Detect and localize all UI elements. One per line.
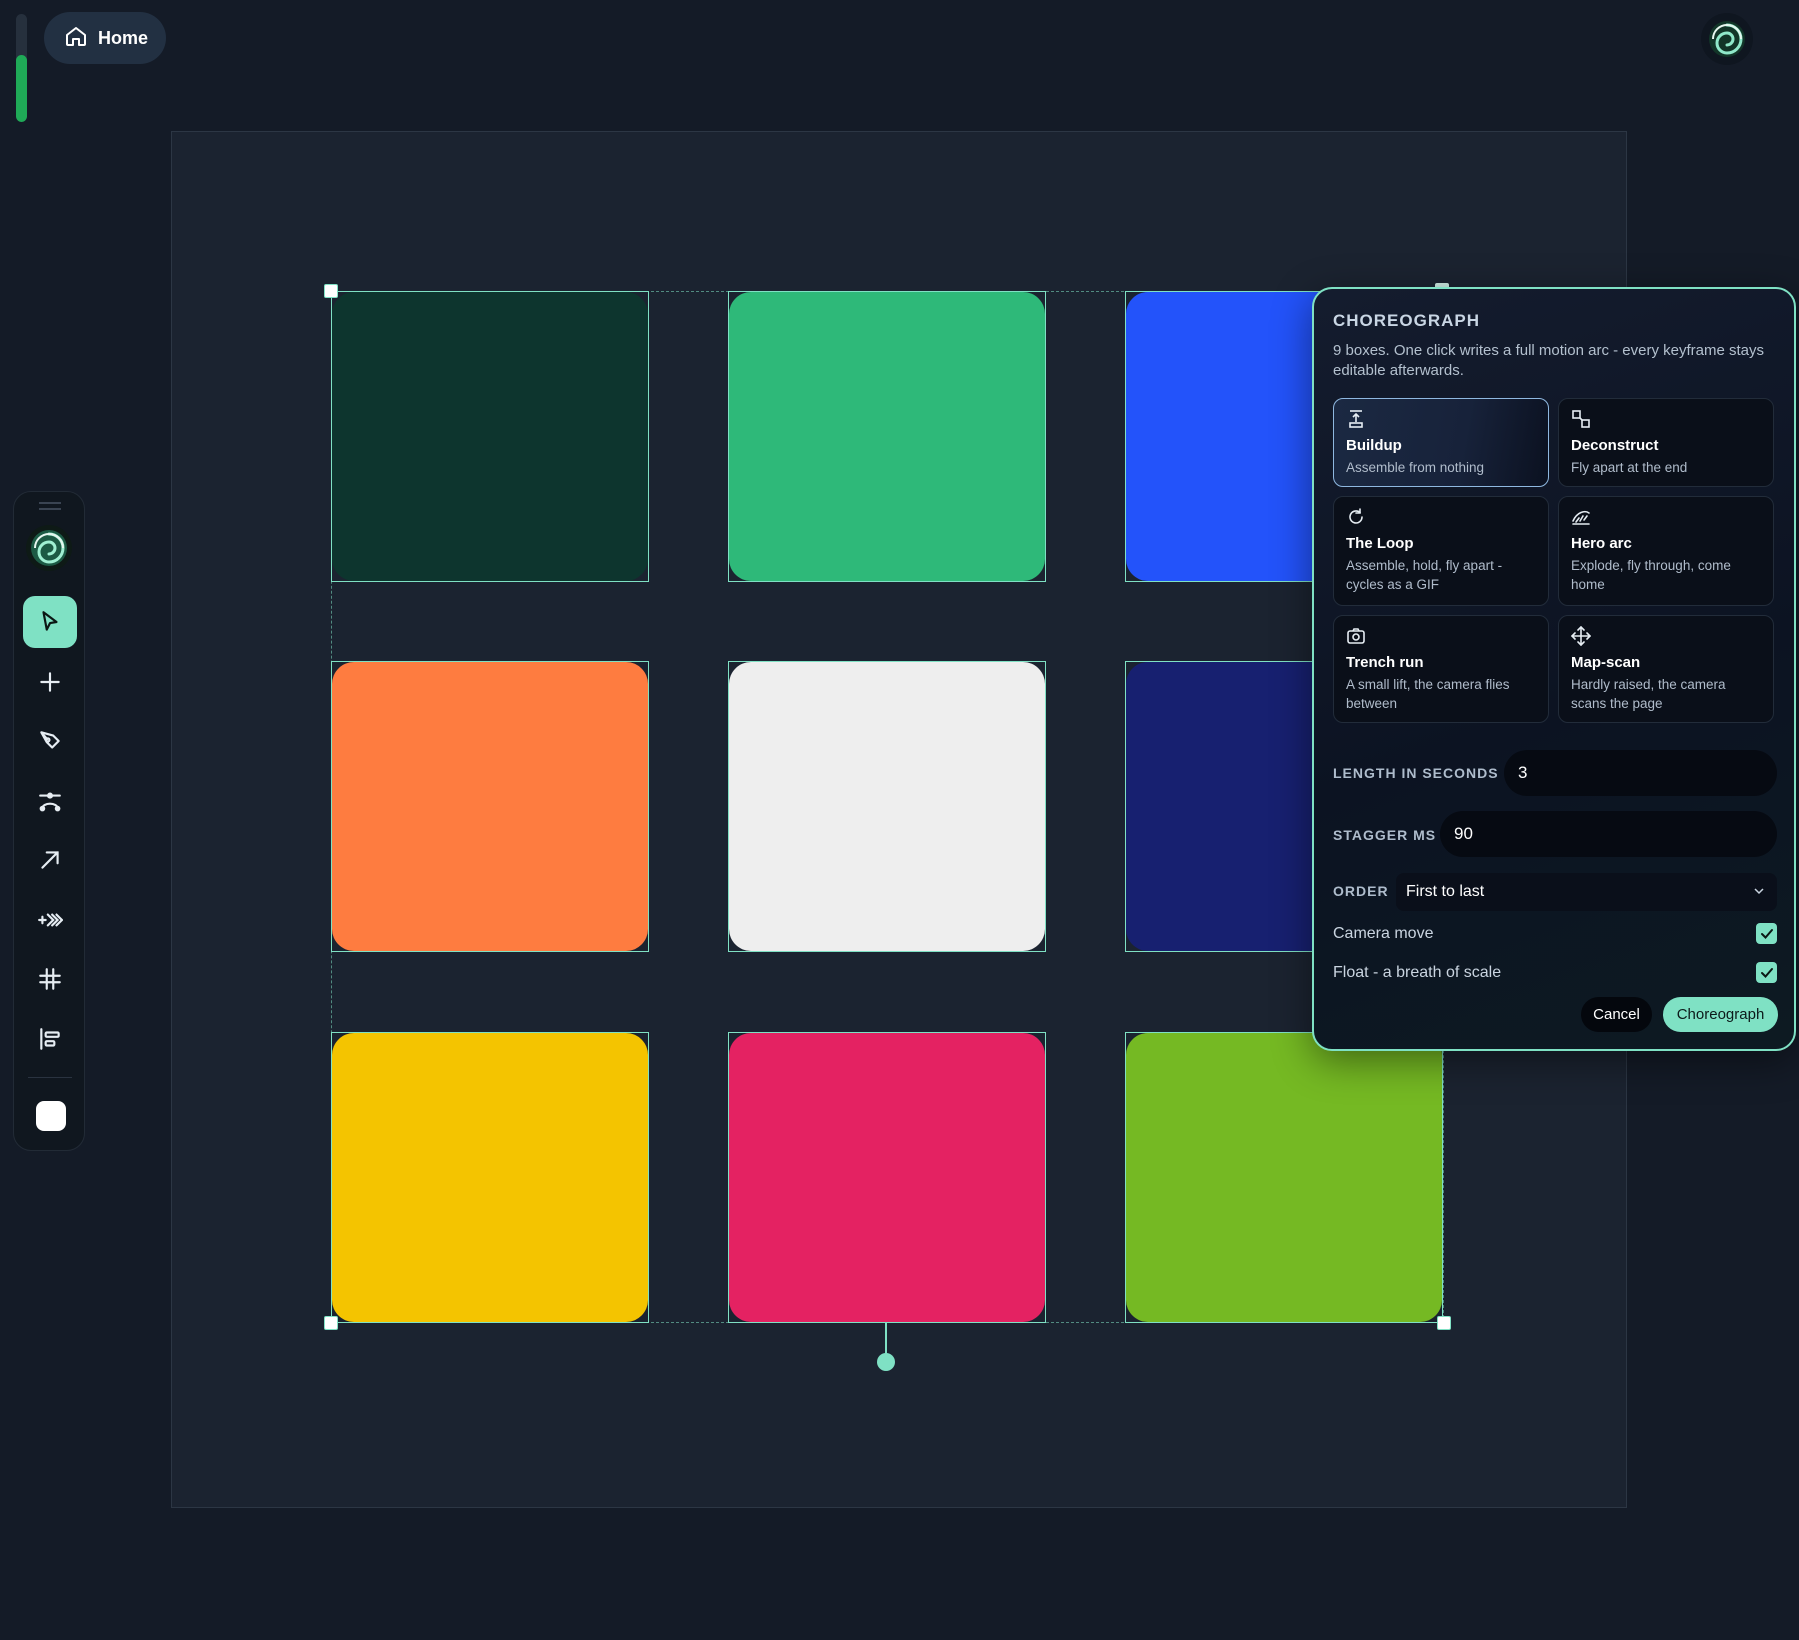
box-7[interactable] <box>332 1033 648 1322</box>
pointer-tool[interactable] <box>23 596 77 648</box>
preset-subtitle: Assemble, hold, fly apart - cycles as a … <box>1346 558 1503 592</box>
camera-move-checkbox[interactable] <box>1756 923 1777 944</box>
choreograph-button[interactable]: Choreograph <box>1663 997 1778 1032</box>
preset-subtitle: Hardly raised, the camera scans the page <box>1571 677 1726 711</box>
cancel-button[interactable]: Cancel <box>1581 997 1652 1032</box>
cursor-icon <box>42 611 58 631</box>
preset-title: Buildup <box>1346 437 1402 454</box>
preset-trench-run[interactable]: Trench run A small lift, the camera flie… <box>1333 615 1549 723</box>
preset-title: The Loop <box>1346 535 1414 552</box>
motion-tool[interactable] <box>23 894 77 946</box>
arrow-up-right-icon <box>41 851 59 869</box>
spiral-logo-icon <box>1709 21 1745 57</box>
progress-fill <box>16 55 27 122</box>
chevron-down-icon <box>1754 888 1764 895</box>
box-9[interactable] <box>1126 1033 1442 1322</box>
box-5[interactable] <box>729 662 1045 951</box>
box-4[interactable] <box>332 662 648 951</box>
bezier-curve-icon <box>39 792 61 812</box>
align-left-icon <box>40 1028 60 1050</box>
spiral-logo-icon <box>31 530 67 566</box>
order-select[interactable]: First to last <box>1396 873 1777 911</box>
resize-handle-bottom-left[interactable] <box>324 1316 338 1330</box>
add-tool[interactable] <box>23 656 77 708</box>
pen-icon <box>40 731 60 749</box>
preset-title: Map-scan <box>1571 654 1641 671</box>
hash-grid-icon <box>39 968 61 990</box>
box-2[interactable] <box>729 292 1045 581</box>
drag-grip-icon[interactable] <box>39 502 61 510</box>
check-icon <box>1760 967 1773 978</box>
bezier-tool[interactable] <box>23 775 77 827</box>
preset-subtitle: Fly apart at the end <box>1571 460 1688 475</box>
buildup-icon <box>1349 410 1363 428</box>
choreograph-panel: CHOREOGRAPH 9 boxes. One click writes a … <box>1312 287 1796 1051</box>
stagger-input[interactable]: 90 <box>1440 811 1777 857</box>
tool-palette <box>13 491 85 1151</box>
hero-arc-icon <box>1572 510 1590 525</box>
float-checkbox[interactable] <box>1756 962 1777 983</box>
resize-handle-top-left[interactable] <box>324 284 338 298</box>
preset-title: Deconstruct <box>1571 437 1659 454</box>
box-8[interactable] <box>729 1033 1045 1322</box>
plus-icon <box>40 672 60 692</box>
preset-map-scan[interactable]: Map-scan Hardly raised, the camera scans… <box>1558 615 1774 723</box>
grid-tool[interactable] <box>23 953 77 1005</box>
rotate-handle[interactable] <box>877 1353 895 1371</box>
camera-icon <box>1347 628 1365 644</box>
camera-move-label: Camera move <box>1333 925 1434 942</box>
rotate-stem <box>885 1322 887 1354</box>
preset-hero-arc[interactable]: Hero arc Explode, fly through, come home <box>1558 496 1774 606</box>
home-icon <box>64 24 88 53</box>
length-label: LENGTH IN SECONDS <box>1333 765 1499 781</box>
float-label: Float - a breath of scale <box>1333 964 1502 981</box>
preset-title: Hero arc <box>1571 535 1632 552</box>
home-label: Home <box>98 27 149 48</box>
panel-description: 9 boxes. One click writes a full motion … <box>1333 342 1764 379</box>
app-logo[interactable] <box>26 525 72 571</box>
toolbar-divider <box>28 1077 72 1078</box>
deconstruct-icon <box>1572 410 1590 428</box>
arrow-tool[interactable] <box>23 834 77 886</box>
camera-move-row: Camera move <box>1333 923 1777 944</box>
resize-handle-bottom-right[interactable] <box>1437 1316 1451 1330</box>
preset-subtitle: Explode, fly through, come home <box>1571 558 1731 592</box>
home-button[interactable]: Home <box>44 12 166 64</box>
order-label: ORDER <box>1333 883 1389 899</box>
loop-icon <box>1349 508 1363 524</box>
order-value: First to last <box>1406 883 1485 900</box>
pen-tool[interactable] <box>23 715 77 767</box>
stagger-label: STAGGER MS <box>1333 827 1437 843</box>
length-input[interactable]: 3 <box>1504 750 1777 796</box>
progress-bar <box>16 14 27 122</box>
preset-subtitle: A small lift, the camera flies between <box>1346 677 1510 711</box>
box-1[interactable] <box>332 292 648 581</box>
preset-deconstruct[interactable]: Deconstruct Fly apart at the end <box>1558 398 1774 487</box>
check-icon <box>1760 928 1773 939</box>
avatar[interactable] <box>1701 13 1753 65</box>
preset-subtitle: Assemble from nothing <box>1346 460 1485 475</box>
fill-color-swatch[interactable] <box>36 1101 66 1131</box>
move-icon <box>1571 626 1591 646</box>
preset-buildup[interactable]: Buildup Assemble from nothing <box>1333 398 1549 487</box>
preset-title: Trench run <box>1346 654 1424 671</box>
preset-the-loop[interactable]: The Loop Assemble, hold, fly apart - cyc… <box>1333 496 1549 606</box>
align-tool[interactable] <box>23 1013 77 1065</box>
panel-title: CHOREOGRAPH <box>1333 311 1481 330</box>
fast-forward-icon <box>38 913 63 927</box>
float-row: Float - a breath of scale <box>1333 962 1777 983</box>
